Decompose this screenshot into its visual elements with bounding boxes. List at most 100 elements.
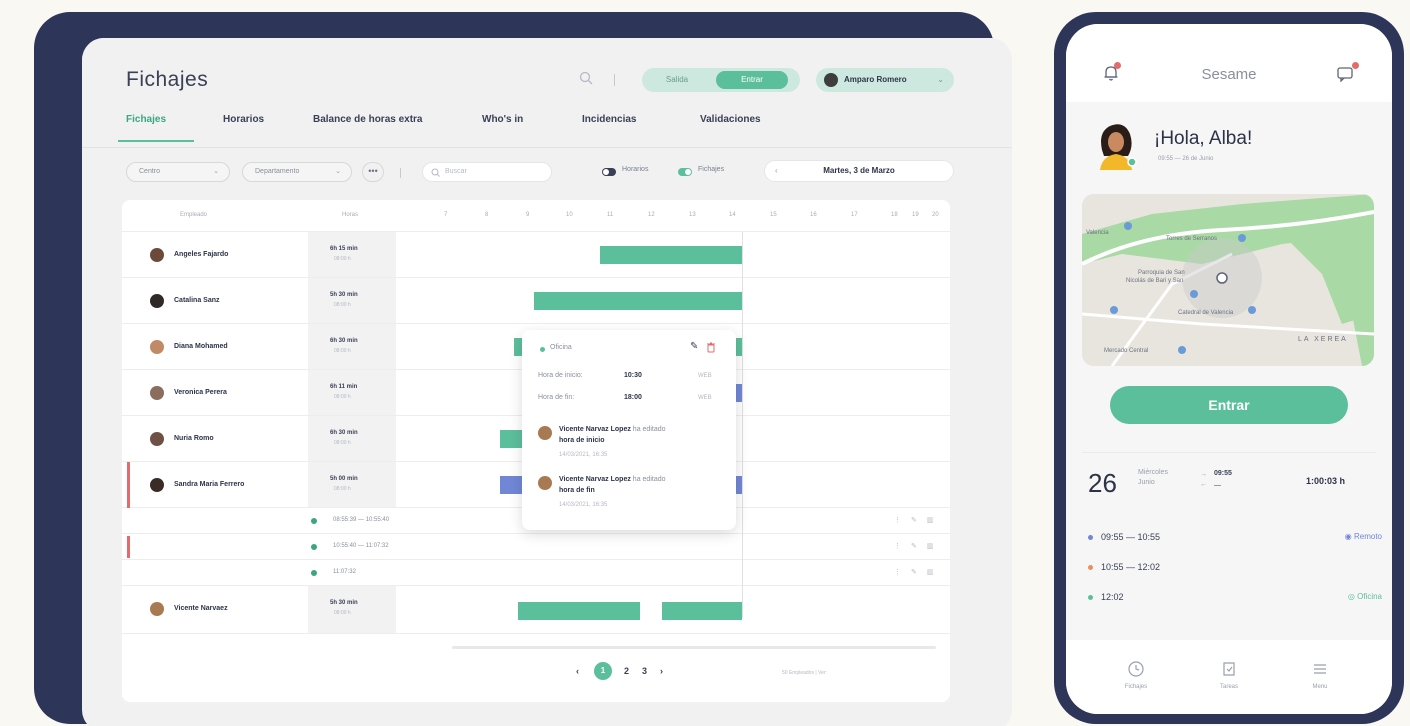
- search-icon[interactable]: [579, 71, 593, 85]
- employee-name: Veronica Perera: [174, 389, 227, 396]
- chevron-left-icon[interactable]: ‹: [775, 161, 778, 181]
- employee-name: Catalina Sanz: [174, 297, 220, 304]
- row-actions[interactable]: ⋮ ✎ ▥: [894, 568, 937, 576]
- tab-whos-in[interactable]: Who's in: [482, 114, 523, 125]
- next-page-button[interactable]: ›: [660, 666, 663, 676]
- active-tab-indicator: [118, 140, 194, 142]
- list-item[interactable]: 12:02: [1088, 592, 1124, 602]
- phone-frame: Sesame ¡Hola, Alba! 09:55 — 26 de Junio: [1054, 12, 1404, 724]
- tab-validaciones[interactable]: Validaciones: [700, 114, 761, 125]
- table-row[interactable]: Vicente Narvaez 5h 30 min 08:00 h: [122, 586, 950, 634]
- time-bar[interactable]: [518, 602, 640, 620]
- tasks-icon: [1223, 662, 1235, 676]
- pencil-icon[interactable]: ✎: [690, 341, 698, 352]
- list-item[interactable]: 10:55 — 12:02: [1088, 562, 1160, 572]
- department-select[interactable]: Departamento ⌄: [242, 162, 352, 182]
- avatar: [150, 478, 164, 492]
- user-menu[interactable]: Amparo Romero ⌄: [816, 68, 954, 92]
- more-options-button[interactable]: •••: [362, 162, 384, 182]
- page-title: Fichajes: [126, 68, 209, 91]
- row-actions[interactable]: ⋮ ✎ ▥: [894, 542, 937, 550]
- page-3-button[interactable]: 3: [642, 666, 647, 676]
- tab-horarios[interactable]: Horarios: [223, 114, 264, 125]
- greeting: ¡Hola, Alba!: [1154, 128, 1253, 149]
- status-dot: [1088, 535, 1093, 541]
- edit-date: 14/03/2021, 16:35: [559, 502, 608, 508]
- search-placeholder: Buscar: [445, 168, 467, 175]
- clock-in-button[interactable]: Entrar: [1110, 386, 1348, 424]
- per-page-selector[interactable]: 50 Empleados | Ver:: [782, 670, 827, 676]
- horarios-switch[interactable]: [602, 168, 616, 176]
- hour-tick: 18: [891, 212, 898, 218]
- time-bar[interactable]: [600, 246, 742, 264]
- clock-out-option[interactable]: Salida: [652, 68, 702, 92]
- center-select-label: Centro: [139, 168, 161, 175]
- mobile-app: Sesame ¡Hola, Alba! 09:55 — 26 de Junio: [1066, 24, 1392, 714]
- hours-planned: 08:00 h: [334, 348, 351, 354]
- list-item[interactable]: 09:55 — 10:55: [1088, 532, 1160, 542]
- center-select[interactable]: Centro ⌄: [126, 162, 230, 182]
- hours-planned: 08:00 h: [334, 610, 351, 616]
- month: Junio: [1138, 479, 1155, 486]
- time-bar[interactable]: [500, 430, 524, 448]
- clock-toggle[interactable]: Salida Entrar: [642, 68, 800, 92]
- divider: [1082, 452, 1376, 453]
- hours-worked: 6h 15 min: [330, 246, 358, 252]
- time-bar[interactable]: [534, 292, 742, 310]
- location-map[interactable]: Torres de Serranos Parroquia de San Nico…: [1082, 194, 1374, 366]
- desktop-app: Fichajes Salida Entrar Amparo Romero ⌄ F…: [82, 38, 1012, 726]
- greeting-subtitle: 09:55 — 26 de Junio: [1158, 156, 1214, 162]
- page-1-button[interactable]: 1: [594, 662, 612, 680]
- hours-planned: 08:00 h: [334, 256, 351, 262]
- location-dot: [540, 347, 545, 352]
- date-picker[interactable]: ‹ Martes, 3 de Marzo: [764, 160, 954, 182]
- hours-worked: 5h 30 min: [330, 292, 358, 298]
- table-row[interactable]: Angeles Fajardo 6h 15 min 08:00 h: [122, 232, 950, 278]
- employee-name: Sandra Maria Ferrero: [174, 481, 245, 488]
- entry-tag: ◉ Remoto: [1344, 532, 1382, 541]
- edit-log-entry: Vicente Narvaz Lopez ha editado hora de i…: [559, 424, 729, 446]
- hours-planned: 08:00 h: [334, 486, 351, 492]
- trash-icon[interactable]: [706, 342, 716, 353]
- entry-row[interactable]: 10:55:40 — 11:07:32 ⋮ ✎ ▥: [122, 534, 950, 560]
- edit-action: ha editado: [632, 476, 666, 483]
- table-row[interactable]: Catalina Sanz 5h 30 min 08:00 h: [122, 278, 950, 324]
- header-hours: Horas: [342, 212, 359, 218]
- edit-action: ha editado: [632, 426, 666, 433]
- avatar: [824, 73, 838, 87]
- divider: [400, 168, 401, 178]
- hours-worked: 5h 30 min: [330, 600, 358, 606]
- page-2-button[interactable]: 2: [624, 666, 629, 676]
- location-label: Oficina: [550, 344, 572, 351]
- fichajes-switch-label: Fichajes: [698, 166, 725, 173]
- chevron-down-icon: ⌄: [335, 168, 341, 175]
- start-time-value: 10:30: [624, 372, 642, 379]
- map-label: Catedral de Valencia: [1178, 310, 1234, 316]
- hour-tick: 9: [526, 212, 530, 218]
- end-time-source: WEB: [698, 395, 712, 401]
- day-number: 26: [1088, 468, 1117, 498]
- chevron-down-icon: ⌄: [213, 168, 219, 175]
- hour-tick: 15: [770, 212, 777, 218]
- search-input[interactable]: Buscar: [422, 162, 552, 182]
- fichajes-switch[interactable]: [678, 168, 692, 176]
- horizontal-scrollbar[interactable]: [452, 646, 936, 649]
- employee-name: Vicente Narvaez: [174, 605, 228, 612]
- nav-tareas[interactable]: Tareas: [1199, 660, 1259, 690]
- row-actions[interactable]: ⋮ ✎ ▥: [894, 516, 937, 524]
- prev-page-button[interactable]: ‹: [576, 666, 579, 676]
- tab-fichajes[interactable]: Fichajes: [126, 114, 166, 125]
- tab-incidencias[interactable]: Incidencias: [582, 114, 636, 125]
- entry-range: 10:55 — 12:02: [1101, 562, 1161, 572]
- avatar: [150, 602, 164, 616]
- entry-row[interactable]: 11:07:32 ⋮ ✎ ▥: [122, 560, 950, 586]
- entry-tag: ◎ Oficina: [1347, 592, 1382, 601]
- entry-range: 09:55 — 10:55: [1101, 532, 1161, 542]
- time-bar[interactable]: [500, 476, 524, 494]
- time-bar[interactable]: [662, 602, 742, 620]
- tab-balance[interactable]: Balance de horas extra: [313, 114, 423, 125]
- nav-fichajes[interactable]: Fichajes: [1106, 660, 1166, 690]
- nav-menu[interactable]: Menu: [1290, 660, 1350, 690]
- clock-in-option[interactable]: Entrar: [716, 71, 788, 89]
- avatar: [150, 432, 164, 446]
